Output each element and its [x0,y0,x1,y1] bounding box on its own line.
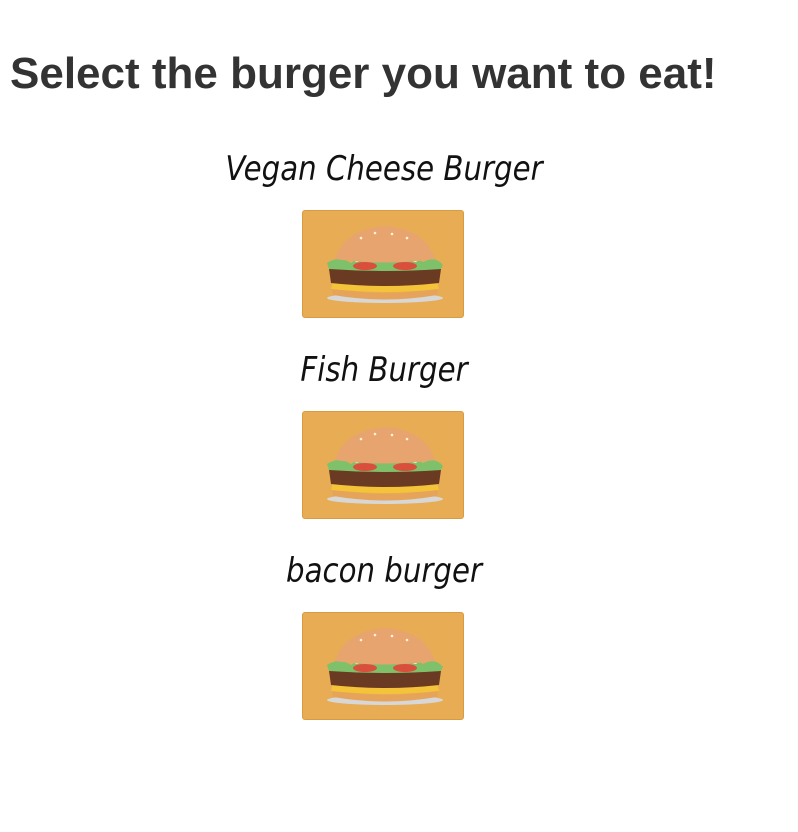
burger-name: bacon burger [286,551,482,591]
burger-option-fish-burger[interactable]: Fish Burger [0,339,768,540]
burger-icon [327,427,443,504]
burger-name: Vegan Cheese Burger [225,149,543,189]
burger-option-vegan-cheese-burger[interactable]: Vegan Cheese Burger [0,138,768,339]
burger-image-button[interactable] [302,411,464,519]
burger-image-button[interactable] [302,612,464,720]
page-title: Select the burger you want to eat! [10,49,717,98]
burger-image-button[interactable] [302,210,464,318]
burger-icon [327,628,443,705]
burger-name: Fish Burger [300,350,468,390]
burger-option-bacon-burger[interactable]: bacon burger [0,540,768,741]
burger-icon [327,226,443,303]
burger-list: Vegan Cheese Burger Fish Burger bacon bu… [0,138,768,741]
